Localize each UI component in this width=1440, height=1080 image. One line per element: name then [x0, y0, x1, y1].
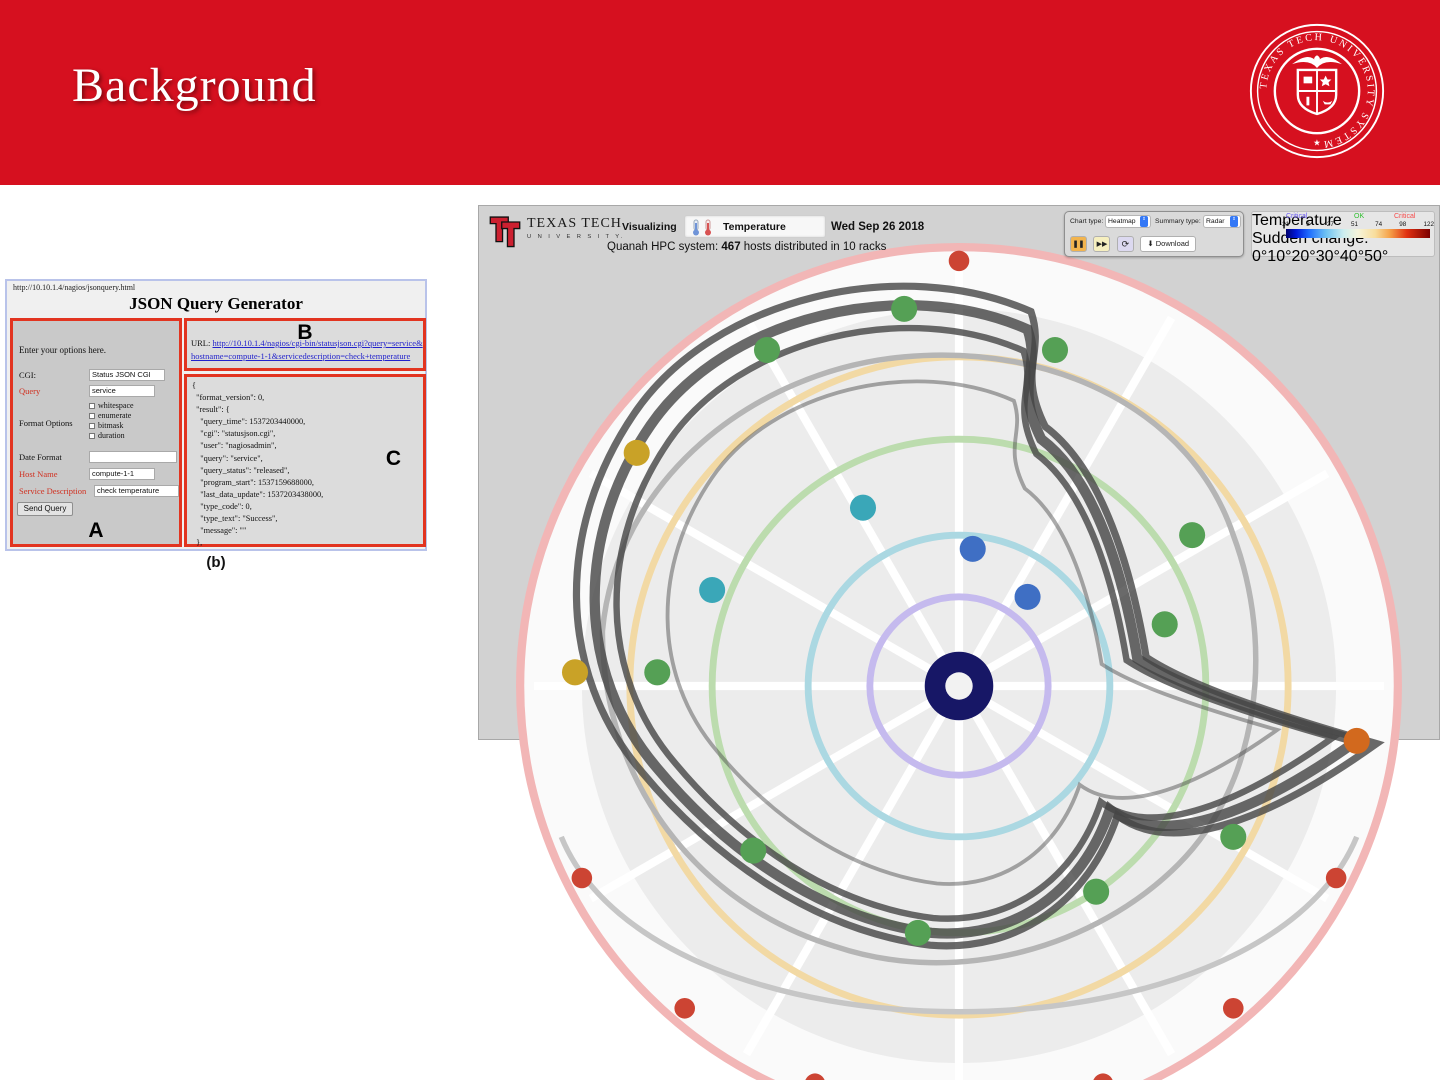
result-section-c: { "format_version": 0, "result": { "quer… [184, 374, 426, 547]
section-a-letter: A [13, 519, 179, 543]
legend-ticks: -21 3 27 51 74 98 122 [1280, 221, 1434, 228]
checkbox-label: bitmask [98, 421, 123, 430]
download-label: Download [1156, 239, 1189, 248]
json-query-window: http://10.10.1.4/nagios/jsonquery.html J… [5, 279, 427, 551]
legend-panel: Critical OK Critical -21327517498122 Tem… [1251, 211, 1435, 257]
hpc-dashboard: TEXAS TECH U N I V E R S I T Y. Visualiz… [478, 205, 1440, 740]
service-desc-label: Service Description [19, 485, 86, 497]
legend-ok: OK [1354, 213, 1364, 220]
pause-button[interactable]: ❚❚ [1070, 236, 1087, 252]
radar-row: 12:5913:1513:3113:4714:0214:18 [479, 206, 1439, 1080]
slide-title: Background [72, 58, 317, 113]
query-url-link[interactable]: http://10.10.1.4/nagios/cgi-bin/statusjs… [191, 338, 423, 361]
texas-tech-doublet-logo [487, 212, 523, 250]
chart-type-label: Chart type: [1070, 218, 1103, 225]
summary-type-label: Summary type: [1155, 218, 1201, 225]
visualizing-label: Visualizing [622, 221, 677, 233]
json-output: { "format_version": 0, "result": { "quer… [192, 380, 392, 549]
format-options-list: whitespaceenumeratebitmaskduration [89, 401, 134, 441]
format-options-label: Format Options [19, 417, 73, 429]
format-option: whitespace [89, 401, 134, 411]
send-query-button[interactable]: Send Query [17, 502, 73, 516]
cgi-label: CGI: [19, 369, 36, 381]
format-option: bitmask [89, 421, 134, 431]
system-subtitle: Quanah HPC system: 467 hosts distributed… [607, 241, 886, 253]
format-option: duration [89, 431, 134, 441]
date-format-label: Date Format [19, 451, 62, 463]
seal-star-glyph: ★ [1313, 138, 1321, 148]
thermometer-icons [690, 218, 718, 237]
checkbox[interactable] [89, 423, 95, 429]
sudden-tick: 30° [1316, 248, 1340, 265]
sudden-tick: 20° [1292, 248, 1316, 265]
temperature-gradient-bar [1286, 229, 1430, 238]
url-section-b: B URL: http://10.10.1.4/nagios/cgi-bin/s… [184, 318, 426, 371]
legend-tick: 3 [1306, 221, 1310, 228]
download-icon: ⬇ [1147, 239, 1153, 248]
checkbox-label: duration [98, 431, 125, 440]
ttu-system-seal: TEXAS TECH UNIVERSITY SYSTEM ★ [1248, 22, 1386, 160]
url-prefix: URL: [191, 338, 213, 348]
checkbox-label: enumerate [98, 411, 131, 420]
download-button[interactable]: ⬇ Download [1140, 236, 1196, 252]
fast-forward-button[interactable]: ▶▶ [1093, 236, 1110, 252]
format-option: enumerate [89, 411, 134, 421]
metric-switch[interactable]: Temperature [684, 215, 826, 238]
legend-tick: 98 [1399, 221, 1406, 228]
query-input[interactable]: service [89, 385, 155, 397]
sudden-tick: 50° [1364, 248, 1388, 265]
radar-chart: 12:59 [479, 206, 1439, 1080]
generated-url: URL: http://10.10.1.4/nagios/cgi-bin/sta… [191, 337, 423, 363]
radar-summary-panel: 12:5913:1513:3113:4714:0214:18 Latest up… [479, 206, 1439, 1080]
legend-critical-low: Critical [1286, 213, 1307, 220]
date-format-input[interactable] [89, 451, 177, 463]
legend-tick: -21 [1280, 221, 1289, 228]
summary-type-select[interactable]: ⇕Radar [1203, 215, 1241, 228]
stepper-icon: ⇕ [1140, 216, 1148, 227]
brand-line2: U N I V E R S I T Y. [527, 234, 625, 240]
dashboard-date: Wed Sep 26 2018 [831, 221, 924, 233]
checkbox[interactable] [89, 433, 95, 439]
query-label: Query [19, 385, 40, 397]
legend-tick: 74 [1375, 221, 1382, 228]
page-title: JSON Query Generator [7, 294, 425, 314]
controls-panel: Chart type: ⇕Heatmap Summary type: ⇕Rada… [1064, 211, 1244, 257]
metric-label: Temperature [723, 221, 786, 233]
form-intro: Enter your options here. [19, 345, 106, 355]
subtitle-prefix: Quanah HPC system: [607, 241, 721, 253]
sudden-change-ticks: 0°10°20°30°40°50° [1252, 248, 1434, 266]
host-name-label: Host Name [19, 468, 57, 480]
sudden-tick: 40° [1340, 248, 1364, 265]
legend-tick: 122 [1423, 221, 1434, 228]
host-count: 467 [721, 241, 740, 253]
stepper-icon: ⇕ [1230, 216, 1238, 227]
refresh-button[interactable]: ⟳ [1117, 236, 1134, 252]
slide-header-band: Background TEXAS TECH UNIVERSITY SYSTEM … [0, 0, 1440, 185]
seal-book-icon [1304, 77, 1313, 84]
checkbox-label: whitespace [98, 401, 134, 410]
cgi-select[interactable]: Status JSON CGI [89, 369, 165, 381]
sudden-tick: 0° [1252, 248, 1267, 265]
browser-url: http://10.10.1.4/nagios/jsonquery.html [13, 283, 135, 292]
legend-critical-high: Critical [1394, 213, 1415, 220]
seal-key-icon [1306, 97, 1309, 106]
form-section-a: Enter your options here. CGI: Status JSO… [10, 318, 182, 547]
chart-type-select[interactable]: ⇕Heatmap [1105, 215, 1151, 228]
brand-block: TEXAS TECH U N I V E R S I T Y. [527, 216, 625, 240]
checkbox[interactable] [89, 413, 95, 419]
legend-tick: 27 [1327, 221, 1334, 228]
figure-caption: (b) [5, 554, 427, 571]
section-c-letter: C [386, 447, 401, 471]
legend-tick: 51 [1351, 221, 1358, 228]
service-desc-input[interactable]: check temperature [94, 485, 179, 497]
sudden-tick: 10° [1267, 248, 1291, 265]
brand-line1: TEXAS TECH [527, 216, 625, 232]
subtitle-suffix: hosts distributed in 10 racks [741, 241, 887, 253]
host-name-input[interactable]: compute-1-1 [89, 468, 155, 480]
checkbox[interactable] [89, 403, 95, 409]
